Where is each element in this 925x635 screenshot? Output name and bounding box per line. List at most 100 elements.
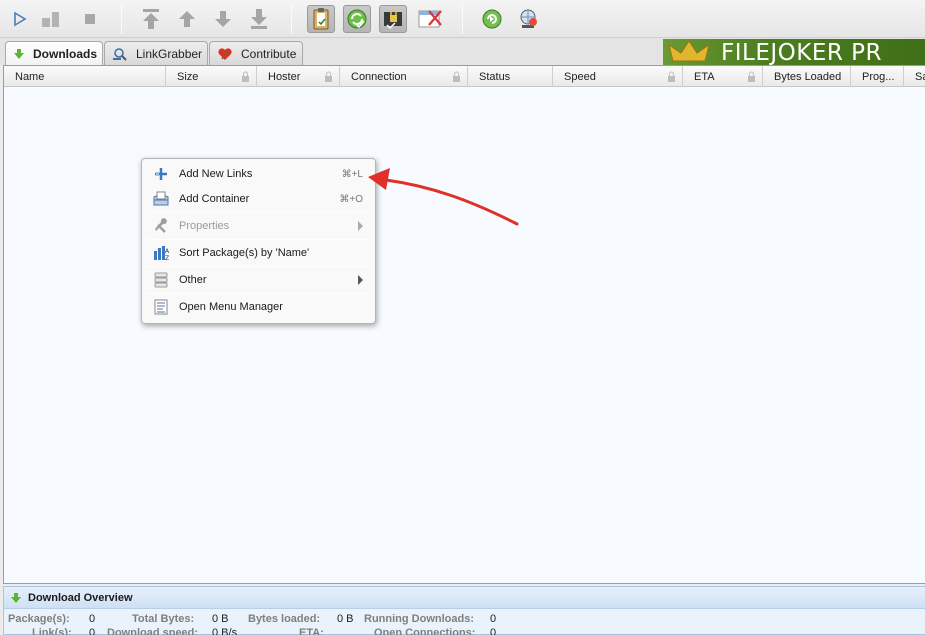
column-header-name[interactable]: Name [4, 66, 166, 87]
stat-label: Bytes loaded: [248, 613, 321, 625]
menu-separator [147, 293, 372, 294]
filejoker-banner[interactable]: FILEJOKER PR [663, 39, 925, 65]
stat-value: 0 B [212, 613, 229, 625]
wrench-icon [155, 218, 167, 233]
submenu-arrow-icon [358, 221, 363, 231]
menu-item-other[interactable]: Other [142, 268, 375, 292]
column-header-size[interactable]: Size [166, 66, 257, 87]
menu-separator [147, 212, 372, 213]
column-label: Name [15, 70, 45, 83]
column-header-connection[interactable]: Connection [340, 66, 468, 87]
main-toolbar [0, 0, 925, 38]
other-icon [154, 272, 168, 288]
menu-item-sort-packages[interactable]: AZ Sort Package(s) by 'Name' [142, 241, 375, 265]
column-label: Connection [351, 70, 407, 83]
stat-label: Link(s): [32, 627, 72, 635]
stat-label: Total Bytes: [132, 613, 195, 625]
menu-item-properties[interactable]: Properties [142, 214, 375, 238]
move-top-icon[interactable] [137, 5, 165, 33]
toolbar-separator [121, 4, 122, 34]
column-header-hoster[interactable]: Hoster [257, 66, 340, 87]
stat-label: Running Downloads: [364, 613, 474, 625]
stat-value: 0 [490, 627, 497, 635]
column-label: Hoster [268, 70, 301, 83]
pause-icon[interactable] [38, 5, 66, 33]
stat-value: 0 [89, 627, 96, 635]
column-label: Prog... [862, 70, 895, 83]
overview-row: Link(s): 0 Download speed: 0 B/s ETA: Op… [8, 627, 908, 635]
menu-item-label: Add Container [179, 193, 250, 205]
auto-reconnect-icon[interactable] [343, 5, 371, 33]
stat-value: 0 [89, 613, 96, 625]
column-label: Sa [915, 70, 925, 83]
menu-item-shortcut: ⌘+L [341, 168, 363, 180]
column-header-bytes-loaded[interactable]: Bytes Loaded [763, 66, 851, 87]
svg-text:A: A [165, 248, 169, 255]
clipboard-observer-icon[interactable] [307, 5, 335, 33]
column-header-progress[interactable]: Prog... [851, 66, 904, 87]
tab-linkgrabber[interactable]: LinkGrabber [104, 41, 208, 65]
crown-icon [668, 40, 710, 62]
menu-item-label: Add New Links [179, 168, 253, 180]
tab-downloads[interactable]: Downloads [5, 41, 103, 66]
silent-mode-icon[interactable] [416, 5, 444, 33]
column-header-status[interactable]: Status [468, 66, 553, 87]
menu-item-open-menu-manager[interactable]: Open Menu Manager [142, 295, 375, 319]
banner-text: FILEJOKER PR [721, 40, 883, 65]
column-label: Size [177, 70, 199, 83]
menu-item-label: Sort Package(s) by 'Name' [179, 247, 310, 259]
stat-label: Package(s): [8, 613, 70, 625]
lock-icon [748, 71, 755, 82]
play-icon[interactable] [5, 5, 33, 33]
column-header-save-to[interactable]: Sa [904, 66, 925, 87]
column-label: Status [479, 70, 511, 83]
sort-icon: AZ [154, 246, 169, 261]
overview-header[interactable]: Download Overview [4, 587, 925, 609]
submenu-arrow-icon [358, 275, 363, 285]
heart-icon [218, 47, 232, 60]
stat-label: Download speed: [107, 627, 199, 635]
update-icon[interactable] [478, 5, 506, 33]
jdownloader-window: Downloads LinkGrabber Contribute FILEJOK… [0, 0, 925, 635]
svg-text:Z: Z [165, 255, 169, 261]
tab-contribute-label: Contribute [241, 46, 297, 61]
premium-lock-icon[interactable] [379, 5, 407, 33]
column-label: Bytes Loaded [774, 70, 842, 83]
download-arrow-icon [14, 49, 24, 59]
stat-value: 0 B [337, 613, 354, 625]
lock-icon [325, 71, 332, 82]
stop-icon[interactable] [76, 5, 104, 33]
column-header-speed[interactable]: Speed [553, 66, 683, 87]
add-container-icon [153, 191, 169, 206]
lock-icon [453, 71, 460, 82]
stat-value: 0 B/s [212, 627, 238, 635]
menu-item-label: Open Menu Manager [179, 301, 283, 313]
menu-item-add-container[interactable]: Add Container ⌘+O [142, 187, 375, 211]
column-label: ETA [694, 70, 715, 83]
overview-row: Package(s): 0 Total Bytes: 0 B Bytes loa… [8, 613, 908, 627]
menu-item-label: Properties [179, 220, 230, 232]
toolbar-separator [291, 4, 292, 34]
menu-item-label: Other [179, 274, 207, 286]
tab-downloads-label: Downloads [33, 47, 98, 61]
menu-separator [147, 266, 372, 267]
context-menu: Add New Links ⌘+L Add Container ⌘+O Prop… [141, 158, 376, 324]
stat-label: ETA: [299, 627, 324, 635]
move-bottom-icon[interactable] [245, 5, 273, 33]
menu-manager-icon [154, 299, 168, 315]
move-up-icon[interactable] [173, 5, 201, 33]
tab-contribute[interactable]: Contribute [209, 41, 303, 65]
column-header-eta[interactable]: ETA [683, 66, 763, 87]
add-links-icon [155, 168, 167, 180]
menu-item-add-new-links[interactable]: Add New Links ⌘+L [142, 162, 375, 186]
column-label: Speed [564, 70, 596, 83]
toolbar-separator [462, 4, 463, 34]
menu-item-shortcut: ⌘+O [339, 193, 363, 205]
overview-title: Download Overview [28, 591, 133, 604]
move-down-icon[interactable] [209, 5, 237, 33]
tab-linkgrabber-label: LinkGrabber [136, 46, 203, 61]
stat-value: 0 [490, 613, 497, 625]
reconnect-icon[interactable] [514, 5, 542, 33]
downloads-table[interactable]: Name Size Hoster Connection Status Speed… [3, 65, 925, 584]
table-header: Name Size Hoster Connection Status Speed… [4, 66, 925, 87]
